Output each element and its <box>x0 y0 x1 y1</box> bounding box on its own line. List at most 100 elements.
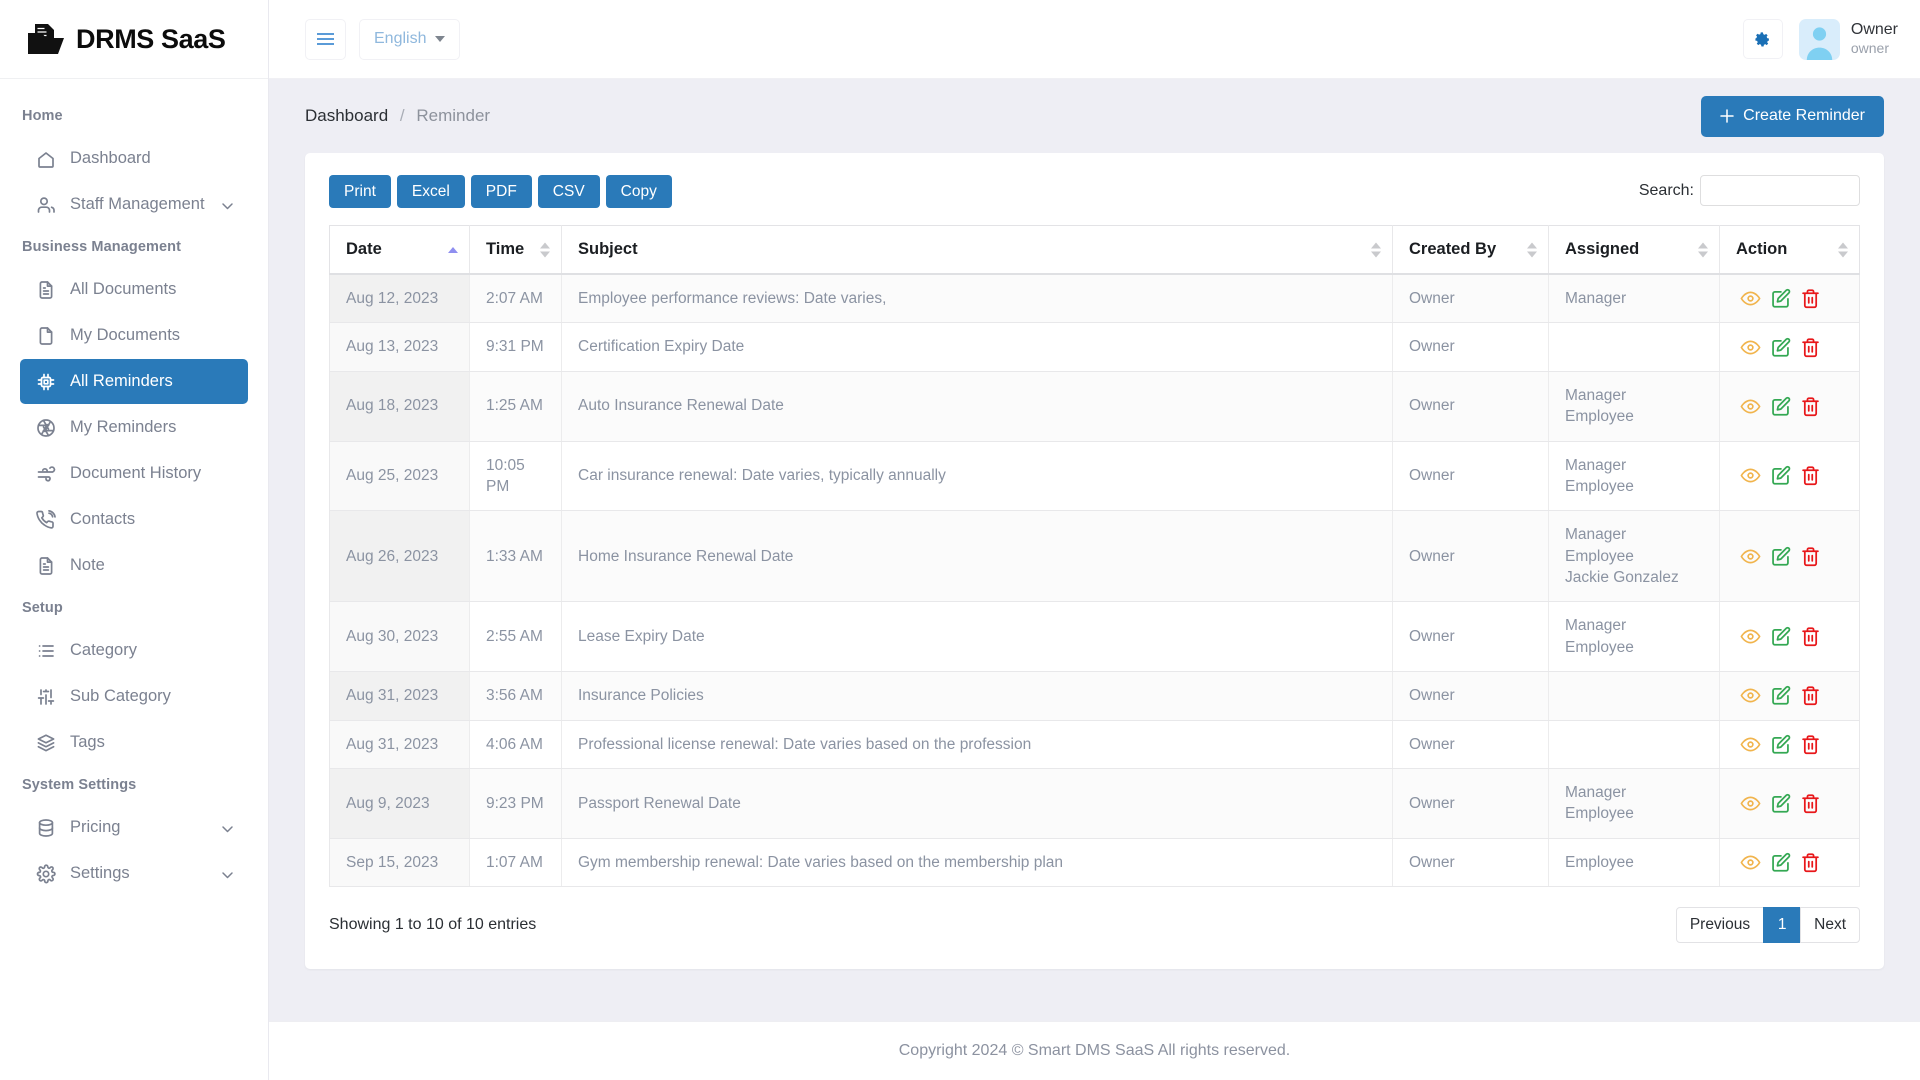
pagination: Previous1Next <box>1676 907 1860 943</box>
delete-trash-icon[interactable] <box>1800 546 1821 567</box>
edit-pencil-icon[interactable] <box>1770 337 1791 358</box>
view-eye-icon[interactable] <box>1740 288 1761 309</box>
edit-pencil-icon[interactable] <box>1770 465 1791 486</box>
view-eye-icon[interactable] <box>1740 793 1761 814</box>
sidebar-item-label: All Reminders <box>70 372 173 391</box>
sidebar-item-label: Tags <box>70 733 105 752</box>
sidebar-item-all-documents[interactable]: All Documents <box>20 267 248 312</box>
table-row: Aug 9, 20239:23 PMPassport Renewal DateO… <box>330 768 1860 838</box>
file-text-icon <box>35 279 57 301</box>
sidebar-item-pricing[interactable]: Pricing <box>20 805 248 850</box>
table-row: Aug 18, 20231:25 AMAuto Insurance Renewa… <box>330 371 1860 441</box>
cell-time: 2:07 AM <box>470 274 562 323</box>
sidebar-item-contacts[interactable]: Contacts <box>20 497 248 542</box>
sidebar-item-staff-management[interactable]: Staff Management <box>20 182 248 227</box>
cell-subject: Home Insurance Renewal Date <box>562 511 1393 602</box>
assigned-name: Manager <box>1565 288 1703 309</box>
view-eye-icon[interactable] <box>1740 465 1761 486</box>
edit-pencil-icon[interactable] <box>1770 288 1791 309</box>
table-head: Date Time SubjectCreated ByAssignedAction <box>330 226 1860 275</box>
settings-gear-button[interactable] <box>1743 19 1783 59</box>
sidebar-item-all-reminders[interactable]: All Reminders <box>20 359 248 404</box>
cell-subject: Passport Renewal Date <box>562 768 1393 838</box>
sidebar-item-dashboard[interactable]: Dashboard <box>20 136 248 181</box>
delete-trash-icon[interactable] <box>1800 396 1821 417</box>
edit-pencil-icon[interactable] <box>1770 626 1791 647</box>
table-row: Aug 31, 20233:56 AMInsurance PoliciesOwn… <box>330 672 1860 720</box>
column-header-assigned[interactable]: Assigned <box>1549 226 1720 275</box>
user-role: owner <box>1851 40 1898 58</box>
create-reminder-button[interactable]: Create Reminder <box>1701 96 1884 137</box>
sidebar-item-settings[interactable]: Settings <box>20 851 248 896</box>
sort-indicator-icon <box>540 242 550 257</box>
row-actions <box>1736 396 1843 417</box>
view-eye-icon[interactable] <box>1740 396 1761 417</box>
export-csv-button[interactable]: CSV <box>538 175 600 208</box>
delete-trash-icon[interactable] <box>1800 337 1821 358</box>
user-menu[interactable]: Owner owner <box>1799 19 1898 60</box>
edit-pencil-icon[interactable] <box>1770 685 1791 706</box>
brand[interactable]: DRMS SaaS <box>0 0 268 79</box>
delete-trash-icon[interactable] <box>1800 793 1821 814</box>
sidebar-item-note[interactable]: Note <box>20 543 248 588</box>
cell-created-by: Owner <box>1393 602 1549 672</box>
view-eye-icon[interactable] <box>1740 337 1761 358</box>
delete-trash-icon[interactable] <box>1800 734 1821 755</box>
search-input[interactable] <box>1700 175 1860 206</box>
edit-pencil-icon[interactable] <box>1770 852 1791 873</box>
edit-pencil-icon[interactable] <box>1770 734 1791 755</box>
delete-trash-icon[interactable] <box>1800 852 1821 873</box>
sidebar-item-sub-category[interactable]: Sub Category <box>20 674 248 719</box>
row-actions <box>1736 626 1843 647</box>
sidebar-item-my-documents[interactable]: My Documents <box>20 313 248 358</box>
view-eye-icon[interactable] <box>1740 852 1761 873</box>
column-header-time[interactable]: Time <box>470 226 562 275</box>
row-actions <box>1736 465 1843 486</box>
sidebar-item-tags[interactable]: Tags <box>20 720 248 765</box>
export-copy-button[interactable]: Copy <box>606 175 672 208</box>
column-header-action[interactable]: Action <box>1720 226 1860 275</box>
view-eye-icon[interactable] <box>1740 685 1761 706</box>
column-header-created-by[interactable]: Created By <box>1393 226 1549 275</box>
pagination-page-1[interactable]: 1 <box>1763 907 1801 943</box>
cell-assigned: Employee <box>1549 838 1720 886</box>
assigned-name: Employee <box>1565 803 1703 824</box>
cell-assigned: ManagerEmployee <box>1549 602 1720 672</box>
table-row: Aug 30, 20232:55 AMLease Expiry DateOwne… <box>330 602 1860 672</box>
cell-date: Aug 9, 2023 <box>330 768 470 838</box>
delete-trash-icon[interactable] <box>1800 288 1821 309</box>
edit-pencil-icon[interactable] <box>1770 546 1791 567</box>
edit-pencil-icon[interactable] <box>1770 396 1791 417</box>
delete-trash-icon[interactable] <box>1800 626 1821 647</box>
delete-trash-icon[interactable] <box>1800 465 1821 486</box>
export-print-button[interactable]: Print <box>329 175 391 208</box>
assigned-name: Manager <box>1565 615 1703 636</box>
view-eye-icon[interactable] <box>1740 546 1761 567</box>
column-header-label: Time <box>486 240 524 258</box>
search-control: Search: <box>1639 175 1860 206</box>
cell-action <box>1720 602 1860 672</box>
sidebar-section-title: System Settings <box>0 766 268 804</box>
export-excel-button[interactable]: Excel <box>397 175 465 208</box>
export-pdf-button[interactable]: PDF <box>471 175 532 208</box>
language-selector[interactable]: English <box>359 19 460 60</box>
sidebar-item-category[interactable]: Category <box>20 628 248 673</box>
column-header-subject[interactable]: Subject <box>562 226 1393 275</box>
pagination-previous[interactable]: Previous <box>1676 907 1764 943</box>
view-eye-icon[interactable] <box>1740 626 1761 647</box>
column-header-date[interactable]: Date <box>330 226 470 275</box>
sidebar-item-label: Settings <box>70 864 130 883</box>
view-eye-icon[interactable] <box>1740 734 1761 755</box>
cell-subject: Auto Insurance Renewal Date <box>562 371 1393 441</box>
sidebar-item-document-history[interactable]: Document History <box>20 451 248 496</box>
hamburger-icon[interactable] <box>305 19 346 60</box>
delete-trash-icon[interactable] <box>1800 685 1821 706</box>
pagination-next[interactable]: Next <box>1800 907 1860 943</box>
sidebar-item-my-reminders[interactable]: My Reminders <box>20 405 248 450</box>
breadcrumb-root[interactable]: Dashboard <box>305 106 388 125</box>
sort-indicator-icon <box>1371 242 1381 257</box>
cell-time: 3:56 AM <box>470 672 562 720</box>
page-footer: Copyright 2024 © Smart DMS SaaS All righ… <box>269 1021 1920 1080</box>
breadcrumb-separator: / <box>400 106 405 125</box>
edit-pencil-icon[interactable] <box>1770 793 1791 814</box>
